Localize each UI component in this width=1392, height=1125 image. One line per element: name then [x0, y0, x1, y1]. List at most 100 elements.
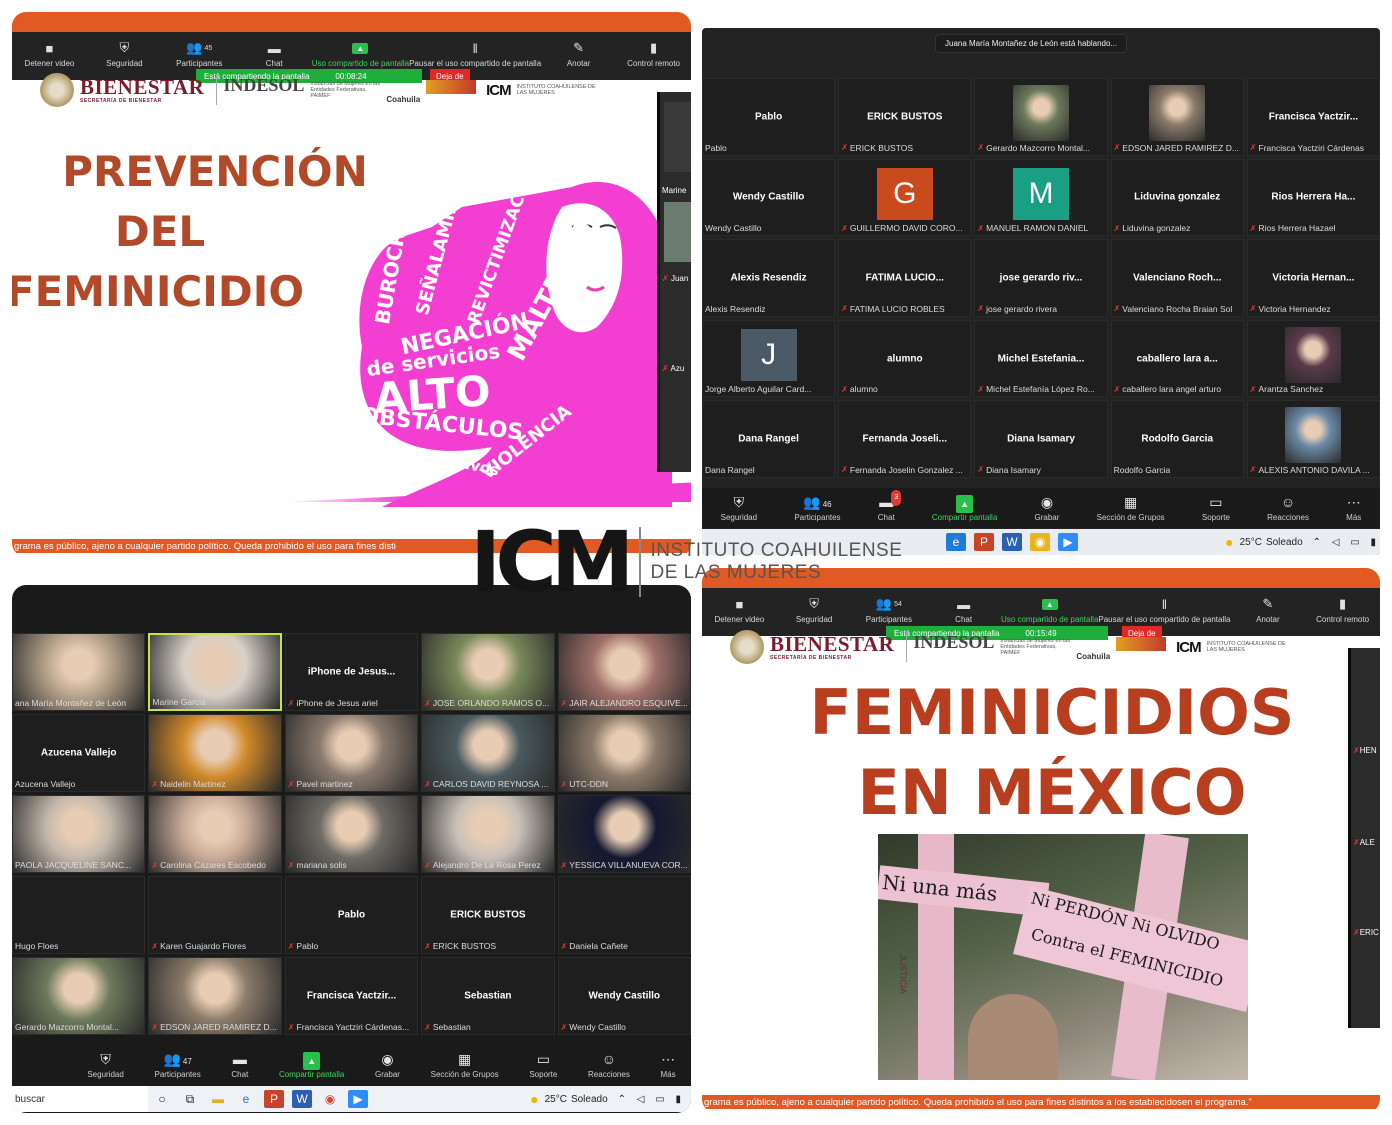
participant-tile[interactable]: ✗ Alejandro De La Rosa Perez: [421, 795, 555, 873]
participant-tile[interactable]: caballero lara a... ✗ caballero lara angel…: [1110, 319, 1244, 398]
toolbar-soporte-button[interactable]: ▭ Soporte: [1202, 494, 1230, 522]
toolbar-pausar-el-uso-compartido-de-pantalla-button[interactable]: ‖ Pausar el uso compartido de pantalla: [1098, 593, 1230, 625]
toolbar-uso-compartido-de-pantalla-button[interactable]: ▲ Uso compartido de pantalla: [312, 37, 409, 68]
tray-icons[interactable]: ⌃ ◁ ▭ ▮: [1313, 537, 1380, 548]
participant-tile[interactable]: FATIMA LUCIO... ✗ FATIMA LUCIO ROBLES: [838, 239, 972, 317]
powerpoint-icon[interactable]: P: [974, 533, 994, 551]
folder-icon[interactable]: ▬: [208, 1090, 228, 1108]
participant-tile[interactable]: alumno ✗ alumno: [838, 319, 972, 398]
toolbar-seccio-n-de-grupos-button[interactable]: ▦ Sección de Grupos: [431, 1051, 499, 1079]
toolbar-compartir-pantalla-button[interactable]: ▲ Compartir pantalla: [279, 1051, 344, 1079]
participant-tile[interactable]: ✗ ALEXIS ANTONIO DAVILA ...: [1246, 400, 1380, 478]
taskview-icon[interactable]: ⧉: [180, 1090, 200, 1108]
tray-icons[interactable]: ⌃ ◁ ▭ ▮: [618, 1094, 685, 1105]
toolbar-reacciones-button[interactable]: ☺ Reacciones: [1267, 494, 1309, 522]
participant-tile[interactable]: ✗ EDSON JARED RAMIREZ D...: [1110, 78, 1244, 156]
toolbar-chat-button[interactable]: ▬ Chat: [237, 37, 312, 69]
participant-tile[interactable]: Dana Rangel Dana Rangel: [702, 400, 836, 478]
participant-tile[interactable]: Liduvina gonzalez ✗ Liduvina gonzalez: [1110, 158, 1244, 237]
toolbar-detener-video-button[interactable]: ■ Detener video: [12, 37, 87, 69]
toolbar-anotar-button[interactable]: ✎ Anotar: [1230, 593, 1305, 624]
toolbar-seguridad-button[interactable]: ⛨ Seguridad: [721, 494, 757, 522]
participant-tile[interactable]: ✗ Pavel martinez: [284, 714, 419, 792]
toolbar-chat-button[interactable]: ▬ Chat: [231, 1051, 248, 1079]
zoom-icon[interactable]: ▶: [348, 1090, 368, 1108]
participant-tile[interactable]: Pablo ✗ Pablo: [284, 876, 419, 954]
mic-muted-icon: ✗: [151, 860, 159, 870]
participant-tile[interactable]: ✗ YESSICA VILLANUEVA COR...: [557, 795, 691, 873]
word-icon[interactable]: W: [1002, 533, 1022, 551]
chrome-icon[interactable]: ◉: [1030, 533, 1050, 551]
participant-tile[interactable]: Victoria Hernan... ✗ Victoria Hernandez: [1246, 239, 1380, 317]
participant-tile[interactable]: ✗ Naidelin Martinez: [148, 714, 282, 792]
participant-tile[interactable]: Alexis Resendiz Alexis Resendiz: [702, 239, 836, 317]
participant-tile[interactable]: Rios Herrera Ha... ✗ Rios Herrera Hazael: [1246, 158, 1380, 237]
edge-icon[interactable]: e: [946, 533, 966, 551]
participant-tile[interactable]: ERICK BUSTOS ✗ ERICK BUSTOS: [838, 78, 972, 156]
participant-tile[interactable]: ana María Montañez de León: [12, 633, 146, 711]
participant-tile[interactable]: G ✗ GUILLERMO DAVID CORO...: [838, 158, 972, 237]
participant-tile[interactable]: Azucena Vallejo Azucena Vallejo: [12, 714, 146, 792]
powerpoint-icon[interactable]: P: [264, 1090, 284, 1108]
toolbar-ma-s-button[interactable]: ⋯ Más: [1346, 494, 1361, 522]
participant-tile[interactable]: M ✗ MANUEL RAMON DANIEL: [974, 158, 1108, 237]
toolbar-grabar-button[interactable]: ◉ Grabar: [375, 1051, 400, 1079]
participant-tile[interactable]: Wendy Castillo ✗ Wendy Castillo: [557, 957, 691, 1035]
participant-tile[interactable]: Valenciano Roch... ✗ Valenciano Rocha Brai…: [1110, 239, 1244, 317]
participant-tile[interactable]: Rodolfo Garcia Rodolfo Garcia: [1110, 400, 1244, 478]
participant-tile[interactable]: ✗ Arantza Sanchez: [1246, 319, 1380, 398]
toolbar-chat-button[interactable]: ▬ Chat: [926, 593, 1001, 625]
participant-tile[interactable]: Francisca Yactzir... ✗ Francisca Yactziri …: [284, 957, 419, 1035]
participant-tile[interactable]: Michel Estefania... ✗ Michel Estefanía Lóp…: [974, 319, 1108, 398]
icm-watermark-logo: ICM INSTITUTO COAHUILENSE DE LAS MUJERES: [470, 520, 902, 604]
participant-tile[interactable]: ✗ JOSE ORLANDO RAMOS O...: [421, 633, 555, 711]
toolbar-anotar-button[interactable]: ✎ Anotar: [541, 37, 616, 68]
word-icon[interactable]: W: [292, 1090, 312, 1108]
toolbar-ma-s-button[interactable]: ⋯ Más: [661, 1051, 676, 1079]
participant-tile[interactable]: ✗ mariana solis: [284, 795, 419, 873]
toolbar-participantes-button[interactable]: 👥 47 Participantes: [154, 1051, 200, 1079]
participant-tile[interactable]: ✗ EDSON JARED RAMIREZ D...: [148, 957, 282, 1035]
participant-tile[interactable]: ✗ JAIR ALEJANDRO ESQUIVE...: [557, 633, 691, 711]
zoom-icon[interactable]: ▶: [1058, 533, 1078, 551]
toolbar-seguridad-button[interactable]: ⛨ Seguridad: [87, 37, 162, 68]
participant-tile[interactable]: Francisca Yactzir... ✗ Francisca Yactziri …: [1246, 78, 1380, 156]
participant-tile[interactable]: Gerardo Mazcorro Montal...: [12, 957, 146, 1035]
toolbar-chat-button[interactable]: ▬ 3 Chat: [878, 490, 902, 522]
participant-tile[interactable]: PAOLA JACQUELINE SANC...: [12, 795, 146, 873]
participant-tile[interactable]: ✗ CARLOS DAVID REYNOSA ...: [421, 714, 555, 792]
toolbar-soporte-button[interactable]: ▭ Soporte: [529, 1051, 557, 1079]
toolbar-compartir-pantalla-button[interactable]: ▲ Compartir pantalla: [932, 494, 997, 522]
participant-tile[interactable]: Hugo Floes: [12, 876, 146, 954]
search-input[interactable]: buscar: [12, 1086, 148, 1112]
participant-tile[interactable]: ERICK BUSTOS ✗ ERICK BUSTOS: [421, 876, 555, 954]
toolbar-uso-compartido-de-pantalla-button[interactable]: ▲ Uso compartido de pantalla: [1001, 593, 1098, 624]
participant-tile[interactable]: Marine Garcia: [148, 633, 282, 711]
toolbar-grabar-button[interactable]: ◉ Grabar: [1035, 494, 1060, 522]
toolbar-participantes-button[interactable]: 👥 46 Participantes: [794, 494, 840, 522]
participant-tile[interactable]: ✗ UTC-DDN: [557, 714, 691, 792]
participant-tile[interactable]: ✗ Gerardo Mazcorro Montal...: [974, 78, 1108, 156]
participant-tile[interactable]: iPhone de Jesus... ✗ iPhone de Jesus ariel: [284, 633, 419, 711]
toolbar-seguridad-button[interactable]: ⛨ Seguridad: [87, 1051, 123, 1079]
chrome-icon[interactable]: ◉: [320, 1090, 340, 1108]
toolbar-control-remoto-button[interactable]: ▮ Control remoto: [1305, 593, 1380, 624]
participant-tile[interactable]: Pablo Pablo: [702, 78, 836, 156]
toolbar-control-remoto-button[interactable]: ▮ Control remoto: [616, 37, 691, 68]
toolbar-reacciones-button[interactable]: ☺ Reacciones: [588, 1051, 630, 1079]
participant-tile[interactable]: jose gerardo riv... ✗ jose gerardo rivera: [974, 239, 1108, 317]
cortana-icon[interactable]: ○: [152, 1090, 172, 1108]
record-icon: ◉: [381, 1051, 394, 1067]
toolbar-pausar-el-uso-compartido-de-pantalla-button[interactable]: ‖ Pausar el uso compartido de pantalla: [409, 37, 541, 69]
participant-tile[interactable]: Diana Isamary ✗ Diana Isamary: [974, 400, 1108, 478]
edge-icon[interactable]: e: [236, 1090, 256, 1108]
toolbar-participantes-button[interactable]: 👥 45 Participantes: [162, 37, 237, 68]
participant-tile[interactable]: ✗ Carolina Cázares Escobedo: [148, 795, 282, 873]
toolbar-seccio-n-de-grupos-button[interactable]: ▦ Sección de Grupos: [1097, 494, 1165, 522]
participant-tile[interactable]: Wendy Castillo Wendy Castillo: [702, 158, 836, 237]
participant-tile[interactable]: Sebastian ✗ Sebastian: [421, 957, 555, 1035]
participant-tile[interactable]: J Jorge Alberto Aguilar Card...: [702, 319, 836, 398]
participant-tile[interactable]: ✗ Daniela Cañete: [557, 876, 691, 954]
participant-tile[interactable]: Fernanda Joseli... ✗ Fernanda Joselin Gonz…: [838, 400, 972, 478]
participant-tile[interactable]: ✗ Karen Guajardo Flores: [148, 876, 282, 954]
